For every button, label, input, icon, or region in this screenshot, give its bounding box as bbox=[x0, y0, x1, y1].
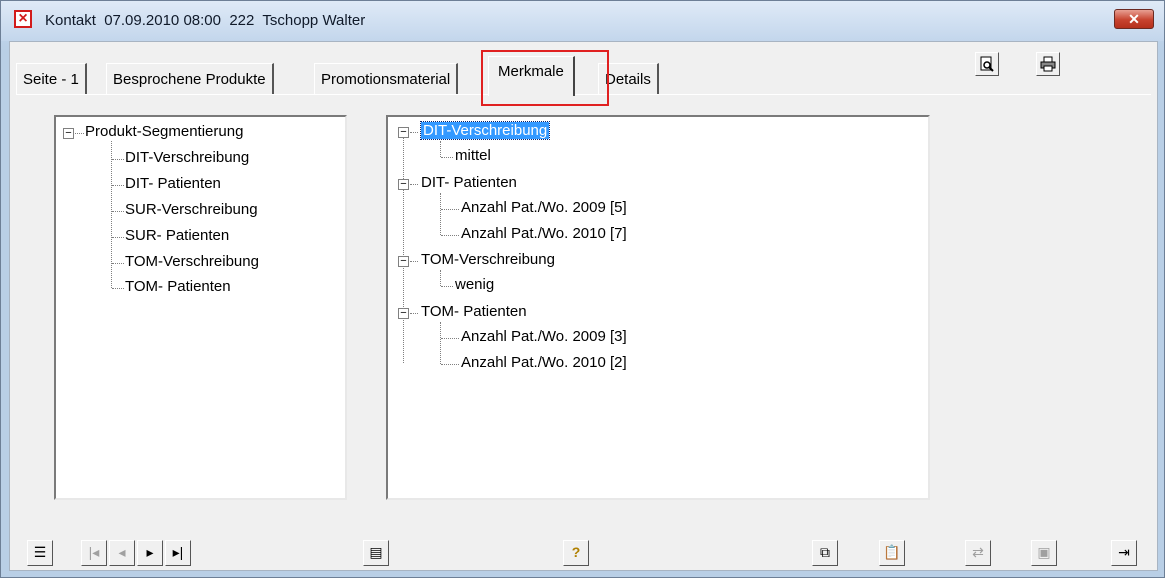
collapse-icon[interactable]: − bbox=[398, 127, 409, 138]
tree-item[interactable]: DIT- Patienten bbox=[125, 174, 221, 194]
client-area: Seite - 1 Besprochene Produkte Promotion… bbox=[9, 41, 1158, 571]
print-preview-button[interactable] bbox=[975, 52, 999, 76]
exit-button[interactable]: ⇥ bbox=[1111, 540, 1137, 566]
tree-leaf[interactable]: Anzahl Pat./Wo. 2009 [5] bbox=[461, 198, 627, 218]
tab-merkmale[interactable]: Merkmale bbox=[488, 56, 575, 96]
print-button[interactable] bbox=[1036, 52, 1060, 76]
selected-attributes-tree[interactable]: − DIT-Verschreibung mittel − DIT- Patien… bbox=[386, 115, 930, 500]
tree-leaf[interactable]: Anzahl Pat./Wo. 2010 [7] bbox=[461, 224, 627, 244]
tree-leaf[interactable]: mittel bbox=[455, 146, 491, 166]
properties-icon: ▤ bbox=[369, 544, 383, 560]
next-record-icon: ▸ bbox=[146, 544, 154, 560]
app-close-x-icon: × bbox=[14, 10, 32, 28]
help-icon: ? bbox=[571, 544, 581, 560]
tree-leaf[interactable]: wenig bbox=[455, 275, 494, 295]
properties-button[interactable]: ▤ bbox=[363, 540, 389, 566]
transfer-icon: ⇄ bbox=[972, 544, 984, 560]
collapse-icon[interactable]: − bbox=[63, 128, 74, 139]
copy-icon: ⧉ bbox=[820, 544, 830, 560]
tree-item[interactable]: TOM- Patienten bbox=[125, 277, 231, 297]
transfer-button[interactable]: ⇄ bbox=[965, 540, 991, 566]
tab-seite-1[interactable]: Seite - 1 bbox=[16, 63, 87, 95]
print-preview-icon bbox=[980, 56, 994, 72]
printer-icon bbox=[1040, 56, 1056, 72]
tree-item[interactable]: SUR- Patienten bbox=[125, 226, 229, 246]
tree-item[interactable]: DIT-Verschreibung bbox=[125, 148, 249, 168]
exit-icon: ⇥ bbox=[1118, 544, 1130, 560]
sort-list-button[interactable]: ☰ bbox=[27, 540, 53, 566]
save-icon: ▣ bbox=[1037, 544, 1051, 560]
first-record-icon: |◂ bbox=[88, 544, 100, 560]
tree-leaf[interactable]: Anzahl Pat./Wo. 2009 [3] bbox=[461, 327, 627, 347]
help-button[interactable]: ? bbox=[563, 540, 589, 566]
list-icon: ☰ bbox=[33, 544, 47, 560]
tree-group-dit-verschreibung[interactable]: DIT-Verschreibung bbox=[419, 121, 551, 141]
title-bar[interactable]: × Kontakt 07.09.2010 08:00 222 Tschopp W… bbox=[1, 1, 1164, 41]
tab-besprochene-produkte[interactable]: Besprochene Produkte bbox=[106, 63, 274, 95]
paste-icon: 📋 bbox=[883, 544, 901, 560]
collapse-icon[interactable]: − bbox=[398, 179, 409, 190]
tree-leaf[interactable]: Anzahl Pat./Wo. 2010 [2] bbox=[461, 353, 627, 373]
bottom-toolbar: ☰ |◂ ◂ ▸ ▸| ▤ ? ⧉ 📋 ⇄ ▣ ⇥ bbox=[10, 534, 1157, 572]
tree-root-produkt-segmentierung[interactable]: Produkt-Segmentierung bbox=[85, 122, 243, 142]
previous-record-icon: ◂ bbox=[118, 544, 126, 560]
save-button[interactable]: ▣ bbox=[1031, 540, 1057, 566]
tree-item[interactable]: TOM-Verschreibung bbox=[125, 252, 259, 272]
last-record-button[interactable]: ▸| bbox=[165, 540, 191, 566]
tab-panel-edge bbox=[16, 94, 1151, 95]
tree-group-tom-patienten[interactable]: TOM- Patienten bbox=[421, 302, 527, 322]
last-record-icon: ▸| bbox=[172, 544, 184, 560]
copy-button[interactable]: ⧉ bbox=[812, 540, 838, 566]
tab-details[interactable]: Details bbox=[598, 63, 659, 95]
window-title: Kontakt 07.09.2010 08:00 222 Tschopp Wal… bbox=[45, 12, 366, 29]
tree-item[interactable]: SUR-Verschreibung bbox=[125, 200, 258, 220]
previous-record-button[interactable]: ◂ bbox=[109, 540, 135, 566]
tab-promotionsmaterial[interactable]: Promotionsmaterial bbox=[314, 63, 459, 95]
collapse-icon[interactable]: − bbox=[398, 256, 409, 267]
close-button[interactable]: ✕ bbox=[1114, 9, 1154, 29]
tree-group-dit-patienten[interactable]: DIT- Patienten bbox=[421, 173, 517, 193]
paste-button[interactable]: 📋 bbox=[879, 540, 905, 566]
collapse-icon[interactable]: − bbox=[398, 308, 409, 319]
tree-group-tom-verschreibung[interactable]: TOM-Verschreibung bbox=[421, 250, 555, 270]
next-record-button[interactable]: ▸ bbox=[137, 540, 163, 566]
first-record-button[interactable]: |◂ bbox=[81, 540, 107, 566]
segmentation-tree[interactable]: − Produkt-Segmentierung DIT-Verschreibun… bbox=[54, 115, 347, 500]
contact-window: × Kontakt 07.09.2010 08:00 222 Tschopp W… bbox=[0, 0, 1165, 578]
